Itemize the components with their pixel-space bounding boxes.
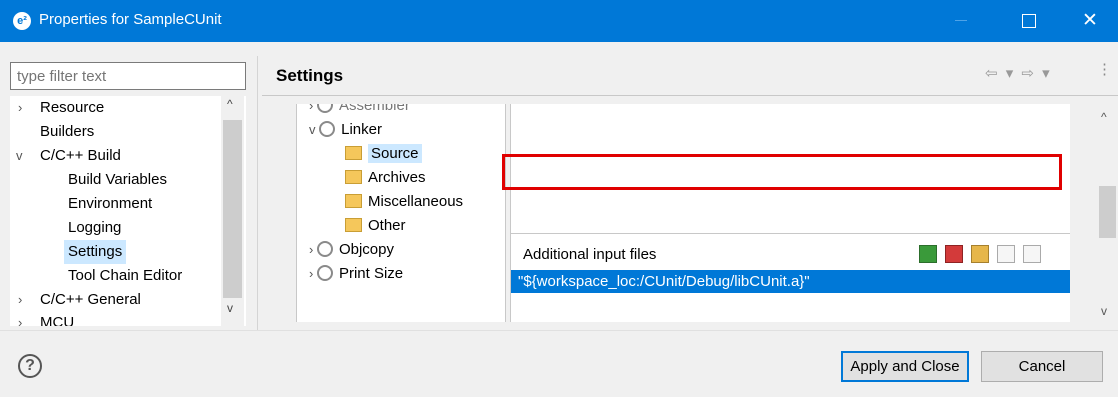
chevron-right-icon[interactable]: › [309, 104, 317, 113]
tree-item-logging[interactable]: Logging [68, 216, 121, 240]
list-item[interactable]: "${workspace_loc:/CUnit/Debug/libCUnit.a… [511, 270, 1070, 293]
additional-input-files-label: Additional input files [523, 246, 657, 263]
chevron-right-icon[interactable]: › [18, 315, 22, 326]
maximize-button[interactable] [1022, 14, 1036, 28]
apply-and-close-button[interactable]: Apply and Close [841, 351, 969, 382]
tree-item-builders[interactable]: Builders [40, 120, 94, 144]
tree-item-other[interactable]: Other [345, 214, 406, 237]
folder-icon [345, 146, 362, 160]
footer-divider [0, 330, 1118, 331]
tree-item-tool-chain-editor[interactable]: Tool Chain Editor [68, 264, 182, 288]
delete-icon[interactable] [945, 245, 963, 264]
folder-icon [345, 170, 362, 184]
chevron-down-icon[interactable]: v [16, 148, 23, 163]
eclipse-e2-icon: e² [13, 12, 31, 30]
folder-icon [345, 218, 362, 232]
scroll-down-icon[interactable]: v [227, 301, 233, 315]
gear-icon [316, 241, 333, 257]
minimize-button[interactable] [955, 20, 967, 21]
tree-item-miscellaneous[interactable]: Miscellaneous [345, 190, 463, 213]
view-menu-icon[interactable]: ⋮ [1097, 60, 1112, 78]
chevron-right-icon[interactable]: › [309, 242, 317, 257]
move-down-icon[interactable] [1023, 245, 1041, 264]
tree-item-environment[interactable]: Environment [68, 192, 152, 216]
move-up-icon[interactable] [997, 245, 1015, 264]
chevron-right-icon[interactable]: › [18, 100, 22, 115]
tree-item-linker[interactable]: v Linker [309, 118, 382, 141]
gear-icon [316, 104, 333, 113]
tree-item-build-variables[interactable]: Build Variables [68, 168, 167, 192]
additional-input-files-header: Additional input files [511, 243, 1070, 269]
cancel-button[interactable]: Cancel [981, 351, 1103, 382]
page-title: Settings [276, 66, 344, 85]
tree-item-cc-build[interactable]: C/C++ Build [40, 144, 121, 168]
add-icon[interactable] [919, 245, 937, 264]
scrollbar-thumb[interactable] [223, 120, 242, 298]
tree-item-source[interactable]: Source [345, 142, 422, 165]
edit-icon[interactable] [971, 245, 989, 264]
filter-input[interactable] [10, 62, 246, 90]
scroll-up-icon[interactable]: ^ [1101, 110, 1107, 124]
list-toolbar [919, 245, 1049, 264]
tree-item-settings[interactable]: Settings [64, 240, 127, 264]
tree-item-resource[interactable]: Resource [40, 96, 104, 120]
right-scrollbar[interactable]: ^ v [1097, 104, 1118, 322]
window-title: Properties for SampleCUnit [39, 11, 222, 28]
chevron-down-icon[interactable]: v [309, 122, 319, 137]
tree-item-cc-general[interactable]: C/C++ General [40, 288, 141, 312]
gear-icon [319, 121, 336, 137]
tool-settings-tree: › Assembler v Linker Source Archives Mis… [296, 104, 506, 322]
highlight-box [502, 154, 1062, 190]
tree-item-mcu[interactable]: MCU [40, 311, 74, 326]
tree-item-print-size[interactable]: › Print Size [309, 262, 403, 285]
scroll-up-icon[interactable]: ^ [227, 97, 233, 111]
help-icon[interactable]: ? [18, 354, 42, 378]
chevron-right-icon[interactable]: › [309, 266, 317, 281]
pane-divider[interactable] [257, 56, 258, 331]
option-panel: Additional input files "${workspace_loc:… [510, 104, 1070, 322]
header-divider [262, 95, 1118, 96]
left-scrollbar[interactable]: ^ v [221, 96, 244, 326]
folder-icon [345, 194, 362, 208]
gear-icon [316, 265, 333, 281]
property-tree: Resource › Builders v C/C++ Build Build … [10, 96, 246, 326]
navigation-arrows[interactable]: ⇦ ▾ ⇨ ▾ [985, 64, 1052, 82]
tree-item-assembler[interactable]: › Assembler [309, 104, 410, 117]
chevron-right-icon[interactable]: › [18, 292, 22, 307]
title-bar: e² Properties for SampleCUnit ✕ [0, 0, 1118, 42]
scrollbar-thumb[interactable] [1099, 186, 1116, 238]
tree-item-archives[interactable]: Archives [345, 166, 426, 189]
scroll-down-icon[interactable]: v [1101, 304, 1107, 318]
tree-item-objcopy[interactable]: › Objcopy [309, 238, 394, 261]
close-button[interactable]: ✕ [1082, 9, 1098, 32]
